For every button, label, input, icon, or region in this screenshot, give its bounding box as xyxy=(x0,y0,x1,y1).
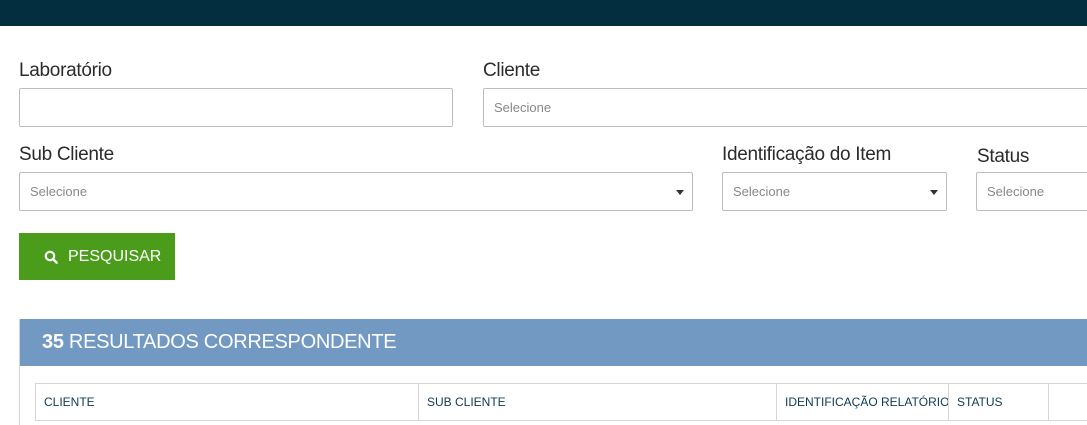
laboratorio-label: Laboratório xyxy=(19,60,112,81)
chevron-down-icon xyxy=(676,190,684,195)
cliente-label: Cliente xyxy=(483,60,541,81)
status-label: Status xyxy=(977,146,1030,167)
results-title: RESULTADOS CORRESPONDENTE xyxy=(68,331,397,353)
identificacao-item-select[interactable]: Selecione xyxy=(722,172,947,211)
column-header-actions xyxy=(1049,384,1087,421)
cliente-placeholder: Selecione xyxy=(494,100,552,115)
column-header-identificacao-relatorio[interactable]: IDENTIFICAÇÃO RELATÓRIO xyxy=(777,384,949,421)
sub-cliente-label: Sub Cliente xyxy=(19,144,114,165)
results-panel: 35 RESULTADOS CORRESPONDENTE CLIENTE SUB… xyxy=(19,319,1087,425)
chevron-down-icon xyxy=(930,190,938,195)
status-select[interactable]: Selecione xyxy=(976,172,1087,211)
results-count: 35 xyxy=(42,331,64,353)
results-header: 35 RESULTADOS CORRESPONDENTE xyxy=(20,319,1087,366)
status-placeholder: Selecione xyxy=(987,184,1045,199)
pesquisar-button[interactable]: PESQUISAR xyxy=(19,233,175,280)
laboratorio-input[interactable] xyxy=(19,88,453,127)
identificacao-item-placeholder: Selecione xyxy=(733,184,791,199)
column-header-sub-cliente[interactable]: SUB CLIENTE xyxy=(419,384,777,421)
sub-cliente-select[interactable]: Selecione xyxy=(19,172,693,211)
column-header-cliente[interactable]: CLIENTE xyxy=(36,384,419,421)
results-table: CLIENTE SUB CLIENTE IDENTIFICAÇÃO RELATÓ… xyxy=(35,383,1087,421)
sub-cliente-placeholder: Selecione xyxy=(30,184,88,199)
identificacao-item-label: Identificação do Item xyxy=(722,144,892,165)
cliente-select[interactable]: Selecione xyxy=(483,88,1087,127)
top-navbar xyxy=(0,0,1087,26)
column-header-status[interactable]: STATUS xyxy=(949,384,1049,421)
search-icon xyxy=(44,250,58,264)
pesquisar-label: PESQUISAR xyxy=(68,247,162,265)
